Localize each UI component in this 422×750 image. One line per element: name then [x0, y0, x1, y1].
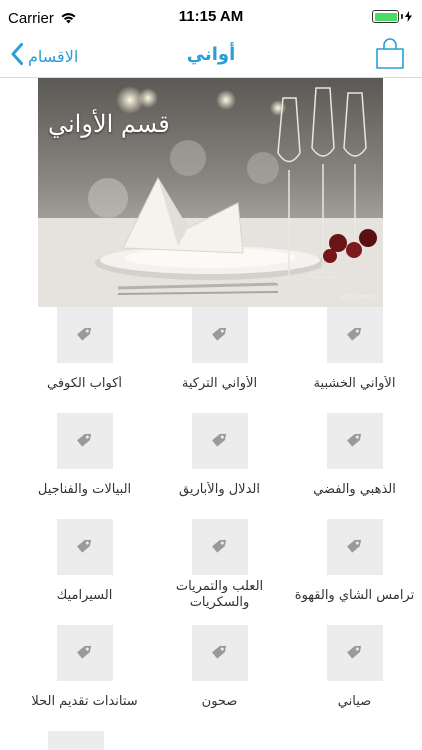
category-thumbnail	[56, 625, 113, 681]
category-thumbnail	[326, 625, 383, 681]
category-label: الأواني التركية	[181, 376, 258, 391]
shopping-bag-icon	[373, 37, 407, 75]
tag-icon	[345, 641, 365, 665]
category-item[interactable]: ترامس الشاي والقهوة	[287, 519, 422, 625]
category-item[interactable]: أكواب الكوفي	[17, 307, 152, 413]
category-item[interactable]: الدلال والأباريق	[152, 413, 287, 519]
tag-icon	[345, 429, 365, 453]
category-label: الذهبي والفضي	[313, 482, 396, 497]
category-item[interactable]: صحون	[152, 625, 287, 731]
category-label: السيراميك	[56, 588, 113, 603]
category-thumbnail	[326, 413, 383, 469]
category-label: صحون	[201, 694, 238, 709]
banner-credit: Alkhareeh	[339, 293, 375, 301]
tag-icon	[345, 535, 365, 559]
category-label: البيالات والفناجيل	[37, 482, 132, 497]
banner-title: قسم الأواني	[48, 110, 170, 138]
category-thumbnail	[56, 519, 113, 575]
tag-icon	[210, 429, 230, 453]
navigation-bar: الاقسام أواني	[0, 34, 422, 78]
category-thumbnail	[191, 413, 248, 469]
back-button[interactable]: الاقسام	[10, 39, 78, 73]
category-thumbnail-partial[interactable]	[48, 731, 104, 750]
back-label: الاقسام	[28, 46, 79, 66]
category-label: الأواني الخشبية	[313, 376, 396, 391]
category-thumbnail	[191, 625, 248, 681]
tag-icon	[75, 429, 95, 453]
tag-icon	[345, 323, 365, 347]
category-label: ستاندات تقديم الحلا	[31, 694, 138, 709]
tag-icon	[75, 641, 95, 665]
category-item[interactable]: الذهبي والفضي	[287, 413, 422, 519]
category-item[interactable]: السيراميك	[17, 519, 152, 625]
chevron-left-icon	[10, 42, 24, 70]
category-item[interactable]: ستاندات تقديم الحلا	[17, 625, 152, 731]
cart-button[interactable]	[370, 36, 410, 76]
status-time: 11:15 AM	[178, 8, 244, 25]
tag-icon	[210, 641, 230, 665]
category-grid: الأواني الخشبية الأواني التركية أكواب ال…	[0, 307, 422, 731]
category-item[interactable]: الأواني الخشبية	[287, 307, 422, 413]
category-thumbnail	[326, 519, 383, 575]
category-thumbnail	[56, 413, 113, 469]
battery-icon	[372, 10, 412, 23]
category-label: ترامس الشاي والقهوة	[294, 588, 415, 603]
tag-icon	[210, 535, 230, 559]
category-label: الدلال والأباريق	[178, 482, 260, 497]
category-thumbnail	[191, 519, 248, 575]
category-thumbnail	[326, 307, 383, 363]
category-banner: قسم الأواني Alkhareeh	[38, 78, 383, 307]
category-label: أكواب الكوفي	[46, 376, 123, 391]
category-label: صياني	[337, 694, 372, 709]
category-item[interactable]: العلب والتمريات والسكريات	[152, 519, 287, 625]
category-item[interactable]: الأواني التركية	[152, 307, 287, 413]
category-thumbnail	[56, 307, 113, 363]
tag-icon	[75, 323, 95, 347]
tag-icon	[75, 535, 95, 559]
status-bar: Carrier 11:15 AM	[0, 0, 422, 34]
category-label: العلب والتمريات والسكريات	[175, 579, 264, 610]
category-item[interactable]: البيالات والفناجيل	[17, 413, 152, 519]
charging-icon	[405, 11, 412, 22]
tag-icon	[210, 323, 230, 347]
category-thumbnail	[191, 307, 248, 363]
category-item[interactable]: صياني	[287, 625, 422, 731]
